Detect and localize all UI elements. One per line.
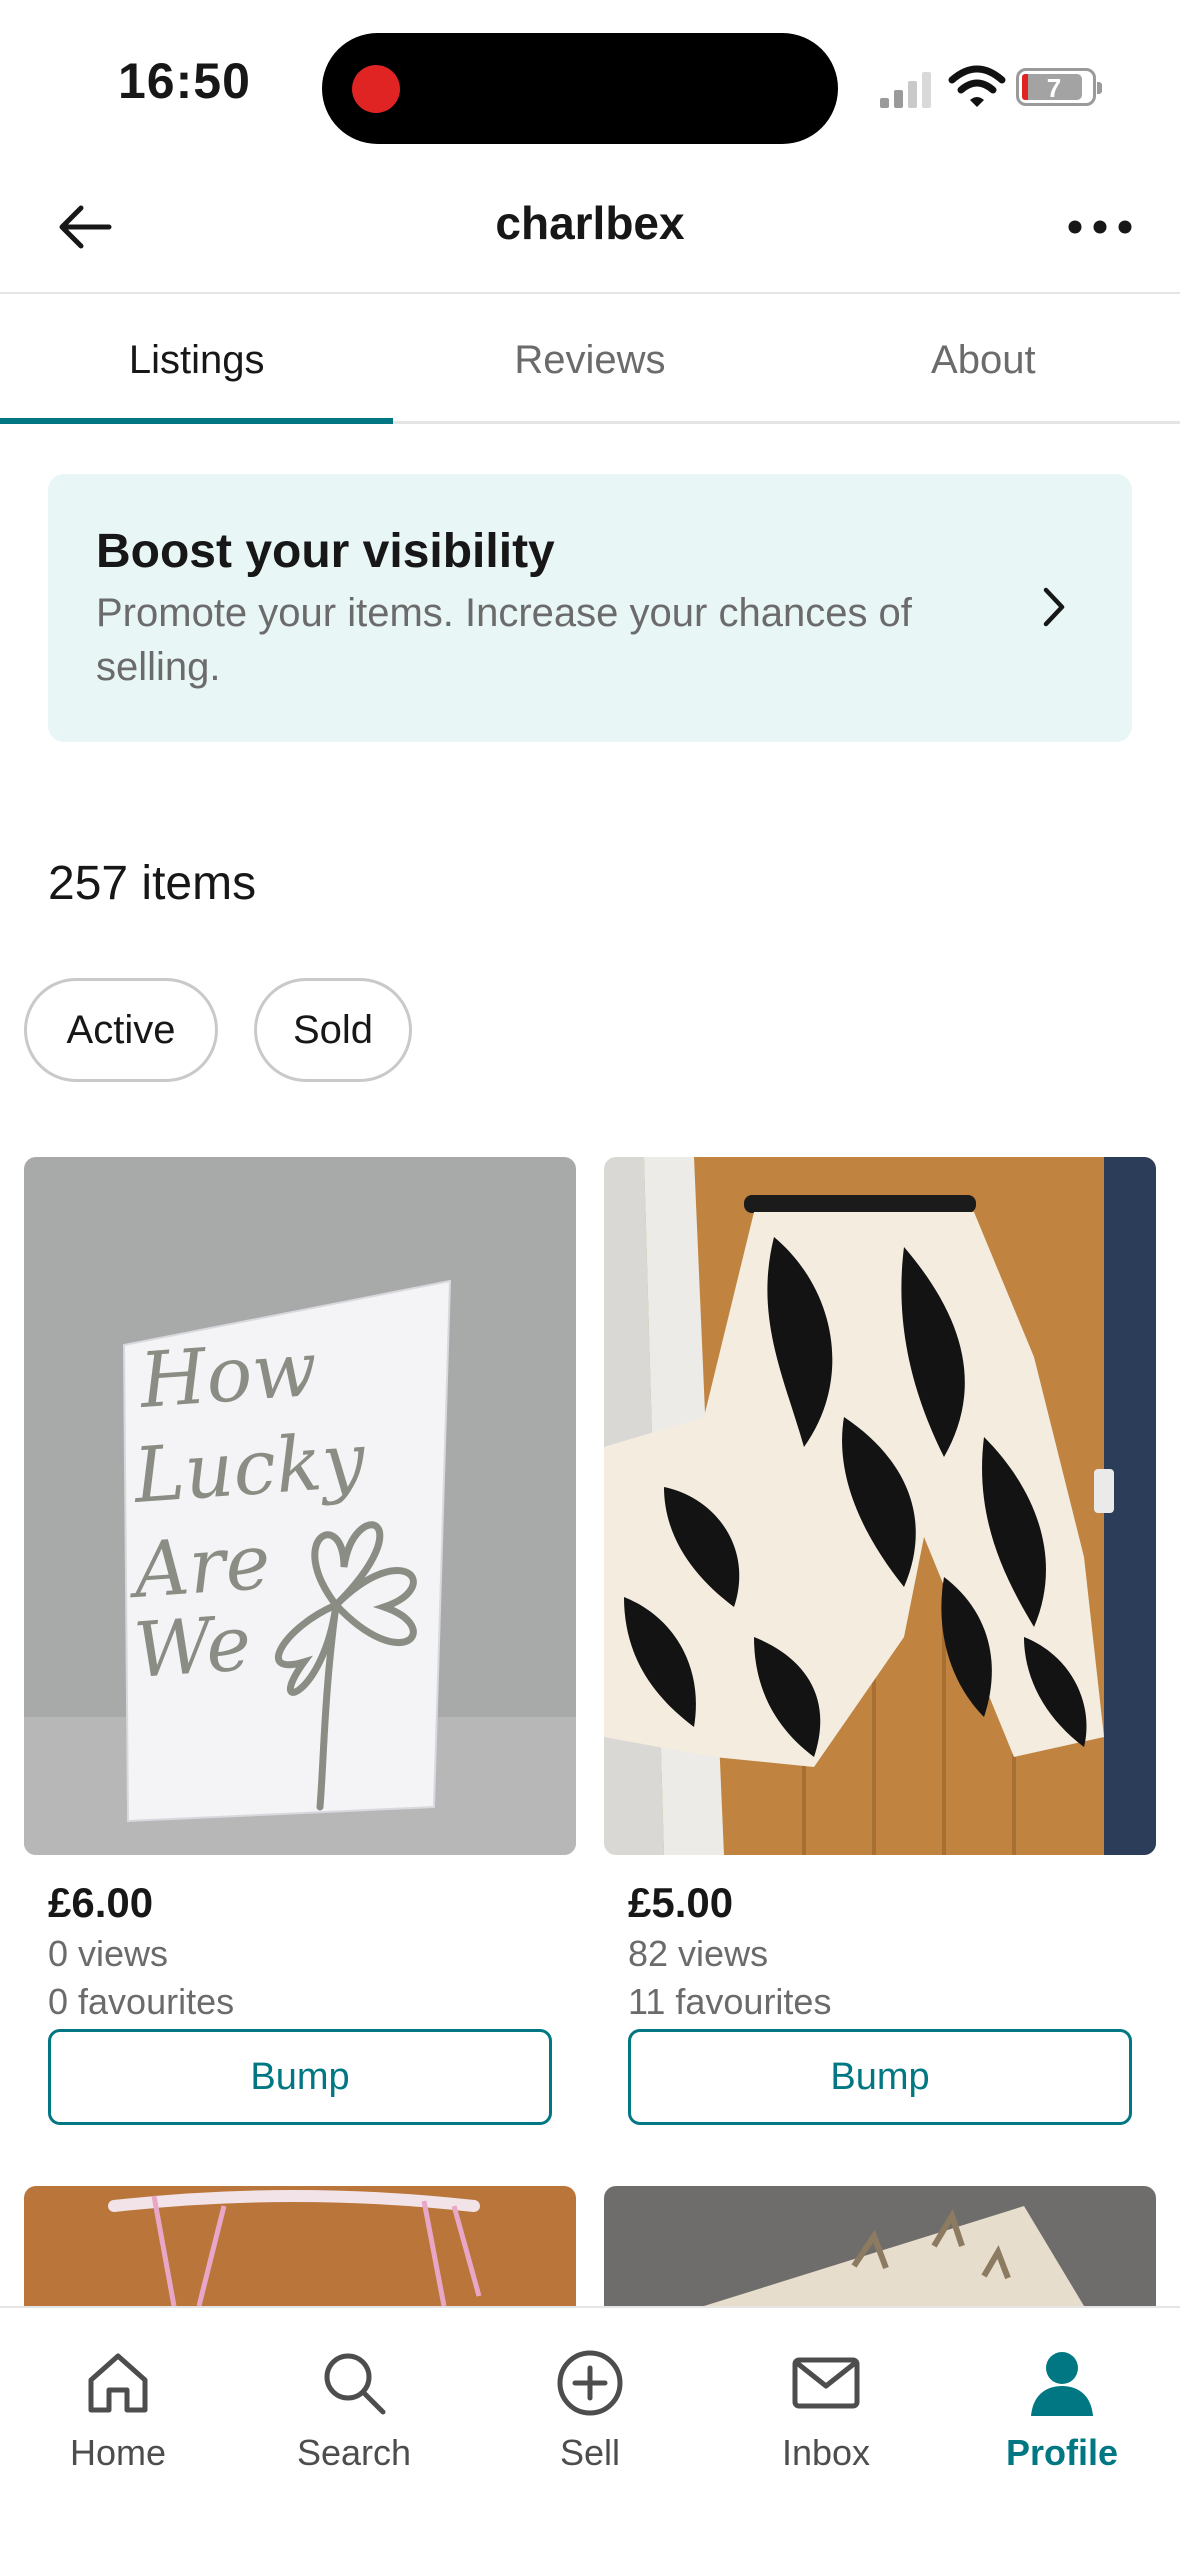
- nav-sell-label: Sell: [559, 2432, 621, 2473]
- cellular-signal-icon: [880, 72, 931, 108]
- nav-search[interactable]: Search: [236, 2308, 472, 2556]
- product-photo-partial-2: [604, 2186, 1156, 2306]
- search-icon: [324, 2353, 386, 2415]
- nav-inbox[interactable]: Inbox: [708, 2308, 944, 2556]
- product-views: 0 views: [48, 1933, 169, 1974]
- product-image-print[interactable]: How Lucky Are We: [24, 1157, 576, 1855]
- tab-reviews[interactable]: Reviews: [393, 296, 786, 421]
- boost-visibility-banner[interactable]: Boost your visibility Promote your items…: [48, 474, 1132, 742]
- product-price: £5.00: [628, 1879, 734, 1926]
- product-photo-trousers: [604, 1157, 1156, 1855]
- status-bar: 16:50 7: [0, 0, 1180, 170]
- product-image-trousers[interactable]: [604, 1157, 1156, 1855]
- bottom-navigation: Home Search Sell Inbox Profile: [0, 2306, 1180, 2556]
- print-word-2: Lucky: [129, 1415, 369, 1520]
- profile-header: charlbex: [0, 170, 1180, 294]
- nav-inbox-label: Inbox: [781, 2432, 871, 2473]
- bump-button[interactable]: Bump: [48, 2029, 552, 2125]
- print-word-4: We: [131, 1598, 254, 1695]
- dynamic-island: [322, 33, 838, 144]
- boost-description: Promote your items. Increase your chance…: [96, 591, 912, 689]
- nav-profile-label: Profile: [1005, 2432, 1119, 2473]
- profile-tabs: Listings Reviews About: [0, 296, 1180, 424]
- product-photo-print: How Lucky Are We: [24, 1157, 576, 1855]
- battery-icon: 7: [1016, 68, 1102, 106]
- boost-title: Boost your visibility: [96, 525, 555, 578]
- status-time: 16:50: [118, 53, 251, 109]
- plus-circle-icon: [557, 2350, 623, 2416]
- product-image-partial[interactable]: [24, 2186, 576, 2306]
- product-favourites: 0 favourites: [48, 1981, 235, 2022]
- nav-home[interactable]: Home: [0, 2308, 236, 2556]
- more-horizontal-icon: [1068, 220, 1132, 234]
- battery-level: 7: [1046, 73, 1062, 103]
- product-photo-partial-1: [24, 2186, 576, 2306]
- bump-button[interactable]: Bump: [628, 2029, 1132, 2125]
- items-count: 257 items: [48, 857, 257, 910]
- more-options-button[interactable]: [1060, 192, 1140, 262]
- mail-icon: [792, 2357, 860, 2409]
- tab-listings[interactable]: Listings: [0, 296, 394, 424]
- profile-icon: [1031, 2352, 1093, 2416]
- chevron-right-icon: [1043, 587, 1065, 627]
- wifi-icon: [948, 65, 1006, 107]
- filter-active-chip[interactable]: Active: [24, 978, 218, 1082]
- filter-sold-chip[interactable]: Sold: [254, 978, 412, 1082]
- product-price: £6.00: [48, 1879, 154, 1926]
- product-image-partial[interactable]: [604, 2186, 1156, 2306]
- nav-home-label: Home: [69, 2432, 167, 2473]
- tab-about[interactable]: About: [787, 296, 1180, 421]
- nav-search-label: Search: [296, 2432, 412, 2473]
- page-title: charlbex: [495, 197, 685, 249]
- product-favourites: 11 favourites: [628, 1981, 832, 2022]
- home-icon: [88, 2353, 148, 2413]
- print-word-1: How: [135, 1324, 320, 1425]
- nav-profile[interactable]: Profile: [944, 2308, 1180, 2556]
- nav-sell[interactable]: Sell: [472, 2308, 708, 2556]
- recording-indicator-icon: [352, 65, 400, 113]
- product-views: 82 views: [628, 1933, 769, 1974]
